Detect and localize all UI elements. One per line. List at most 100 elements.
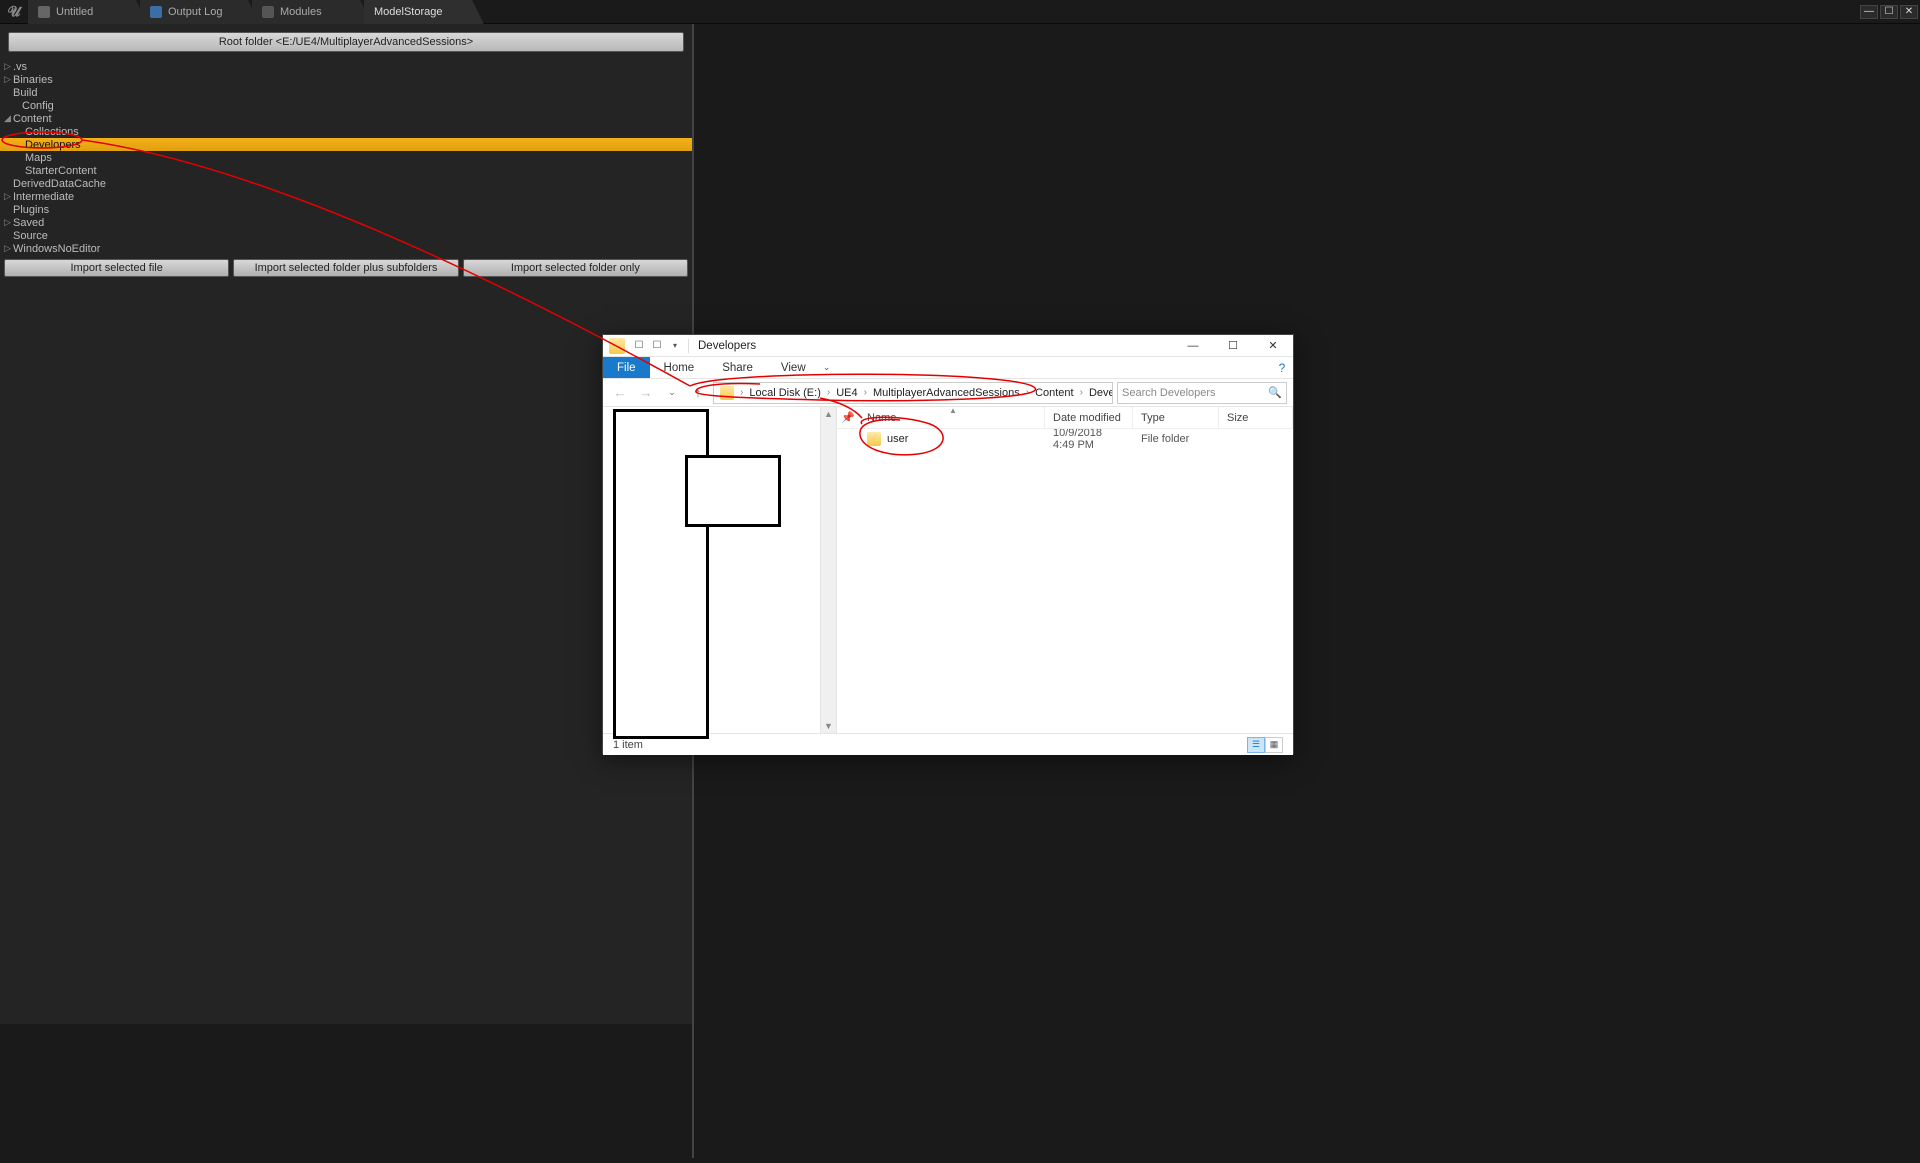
expand-arrow-icon[interactable]: ▷ (4, 217, 13, 228)
tab-untitled[interactable]: Untitled (28, 0, 148, 24)
ue4-titlebar: 𝓤 Untitled Output Log Modules ModelStora… (0, 0, 1920, 24)
expand-arrow-icon[interactable]: ▷ (4, 243, 13, 254)
chevron-right-icon[interactable]: › (1024, 387, 1031, 398)
ribbon-help-icon[interactable]: ? (1271, 357, 1293, 378)
nav-pane-content[interactable] (603, 407, 820, 733)
root-folder-button[interactable]: Root folder <E:/UE4/MultiplayerAdvancedS… (8, 32, 684, 52)
search-input[interactable]: Search Developers 🔍 (1117, 382, 1287, 404)
nav-pane-scrollbar[interactable] (820, 407, 836, 733)
explorer-titlebar[interactable]: ☐ ☐ ▾ Developers — ☐ ✕ (603, 335, 1293, 357)
tree-item-label: Developers (25, 139, 81, 151)
explorer-window-controls: — ☐ ✕ (1173, 335, 1293, 357)
address-box[interactable]: › Local Disk (E:) › UE4 › MultiplayerAdv… (713, 382, 1113, 404)
explorer-address-bar: ← → ⌄ ↑ › Local Disk (E:) › UE4 › Multip… (603, 379, 1293, 407)
view-details-button[interactable]: ☰ (1247, 737, 1265, 753)
file-row[interactable]: user 10/9/2018 4:49 PM File folder (837, 429, 1293, 449)
chevron-right-icon[interactable]: › (825, 387, 832, 398)
tab-modelstorage[interactable]: ModelStorage (364, 0, 484, 24)
explorer-minimize-button[interactable]: — (1173, 335, 1213, 357)
tree-item-label: StarterContent (25, 165, 97, 177)
close-button[interactable]: ✕ (1900, 5, 1918, 19)
folder-icon (720, 386, 734, 400)
tree-item-build[interactable]: Build (0, 86, 692, 99)
nav-back-button[interactable]: ← (609, 382, 631, 404)
tree-item-label: Saved (13, 217, 44, 229)
tree-item-startercontent[interactable]: StarterContent (0, 164, 692, 177)
tree-item-label: DerivedDataCache (13, 178, 106, 190)
window-controls: — ☐ ✕ (1858, 0, 1920, 23)
tree-item-saved[interactable]: ▷Saved (0, 216, 692, 229)
tree-item-config[interactable]: Config (0, 99, 692, 112)
row-type-cell: File folder (1133, 433, 1219, 445)
row-name-cell: user (859, 432, 1045, 446)
tree-item--vs[interactable]: ▷.vs (0, 60, 692, 73)
tree-item-label: WindowsNoEditor (13, 243, 100, 255)
explorer-file-list: 📌 Name▲ Date modified Type Size user 10/… (837, 407, 1293, 733)
chevron-right-icon[interactable]: › (738, 387, 745, 398)
search-placeholder: Search Developers (1122, 387, 1216, 399)
qat-properties-icon[interactable]: ☐ (631, 338, 647, 354)
view-toggle: ☰ ▦ (1247, 737, 1283, 753)
expand-arrow-icon[interactable]: ▷ (4, 61, 13, 72)
explorer-ribbon: File Home Share View ⌄ ? (603, 357, 1293, 379)
folder-tree: ▷.vs▷BinariesBuildConfig◢ContentCollecti… (0, 60, 692, 255)
breadcrumb-disk[interactable]: Local Disk (E:) (745, 387, 825, 399)
tree-item-binaries[interactable]: ▷Binaries (0, 73, 692, 86)
tree-item-deriveddatacache[interactable]: DerivedDataCache (0, 177, 692, 190)
tree-item-plugins[interactable]: Plugins (0, 203, 692, 216)
nav-recent-dropdown[interactable]: ⌄ (661, 382, 683, 404)
nav-forward-button[interactable]: → (635, 382, 657, 404)
import-folder-sub-button[interactable]: Import selected folder plus subfolders (233, 259, 458, 277)
tree-item-collections[interactable]: Collections (0, 125, 692, 138)
ribbon-expand-icon[interactable]: ⌄ (820, 357, 834, 378)
explorer-maximize-button[interactable]: ☐ (1213, 335, 1253, 357)
view-thumbnails-button[interactable]: ▦ (1265, 737, 1283, 753)
column-date[interactable]: Date modified (1045, 407, 1133, 428)
tree-item-content[interactable]: ◢Content (0, 112, 692, 125)
tree-item-intermediate[interactable]: ▷Intermediate (0, 190, 692, 203)
minimize-button[interactable]: — (1860, 5, 1878, 19)
column-headers: 📌 Name▲ Date modified Type Size (837, 407, 1293, 429)
qat-newfolder-icon[interactable]: ☐ (649, 338, 665, 354)
breadcrumb-developers[interactable]: Developers (1085, 387, 1113, 399)
breadcrumb-content[interactable]: Content (1031, 387, 1078, 399)
tab-modules[interactable]: Modules (252, 0, 372, 24)
ribbon-tab-share[interactable]: Share (708, 357, 767, 378)
breadcrumb-project[interactable]: MultiplayerAdvancedSessions (869, 387, 1024, 399)
doc-icon (38, 6, 50, 18)
ribbon-tab-file[interactable]: File (603, 357, 650, 378)
column-name[interactable]: Name▲ (859, 407, 1045, 428)
import-buttons-row: Import selected file Import selected fol… (4, 259, 688, 277)
nav-up-button[interactable]: ↑ (687, 382, 709, 404)
column-size[interactable]: Size (1219, 407, 1293, 428)
qat-dropdown-icon[interactable]: ▾ (667, 338, 683, 354)
ue4-logo-icon: 𝓤 (0, 0, 28, 23)
import-file-button[interactable]: Import selected file (4, 259, 229, 277)
tab-label: Untitled (56, 6, 93, 18)
tree-item-developers[interactable]: Developers (0, 138, 692, 151)
expand-arrow-icon[interactable]: ▷ (4, 191, 13, 202)
tree-item-label: Plugins (13, 204, 49, 216)
chevron-right-icon[interactable]: › (862, 387, 869, 398)
chevron-right-icon[interactable]: › (1078, 387, 1085, 398)
separator (688, 339, 689, 353)
pin-column[interactable]: 📌 (837, 411, 859, 424)
tree-item-maps[interactable]: Maps (0, 151, 692, 164)
tree-item-source[interactable]: Source (0, 229, 692, 242)
tree-item-windowsnoeditor[interactable]: ▷WindowsNoEditor (0, 242, 692, 255)
import-folder-only-button[interactable]: Import selected folder only (463, 259, 688, 277)
breadcrumb-ue4[interactable]: UE4 (832, 387, 861, 399)
search-icon: 🔍 (1268, 386, 1282, 399)
tree-item-label: Content (13, 113, 52, 125)
tree-item-label: Source (13, 230, 48, 242)
explorer-close-button[interactable]: ✕ (1253, 335, 1293, 357)
expand-arrow-icon[interactable]: ▷ (4, 74, 13, 85)
maximize-button[interactable]: ☐ (1880, 5, 1898, 19)
tab-label: Modules (280, 6, 322, 18)
tab-output-log[interactable]: Output Log (140, 0, 260, 24)
expand-arrow-icon[interactable]: ◢ (4, 113, 13, 124)
redacted-box (685, 455, 781, 527)
ribbon-tab-home[interactable]: Home (650, 357, 709, 378)
ribbon-tab-view[interactable]: View (767, 357, 820, 378)
column-type[interactable]: Type (1133, 407, 1219, 428)
